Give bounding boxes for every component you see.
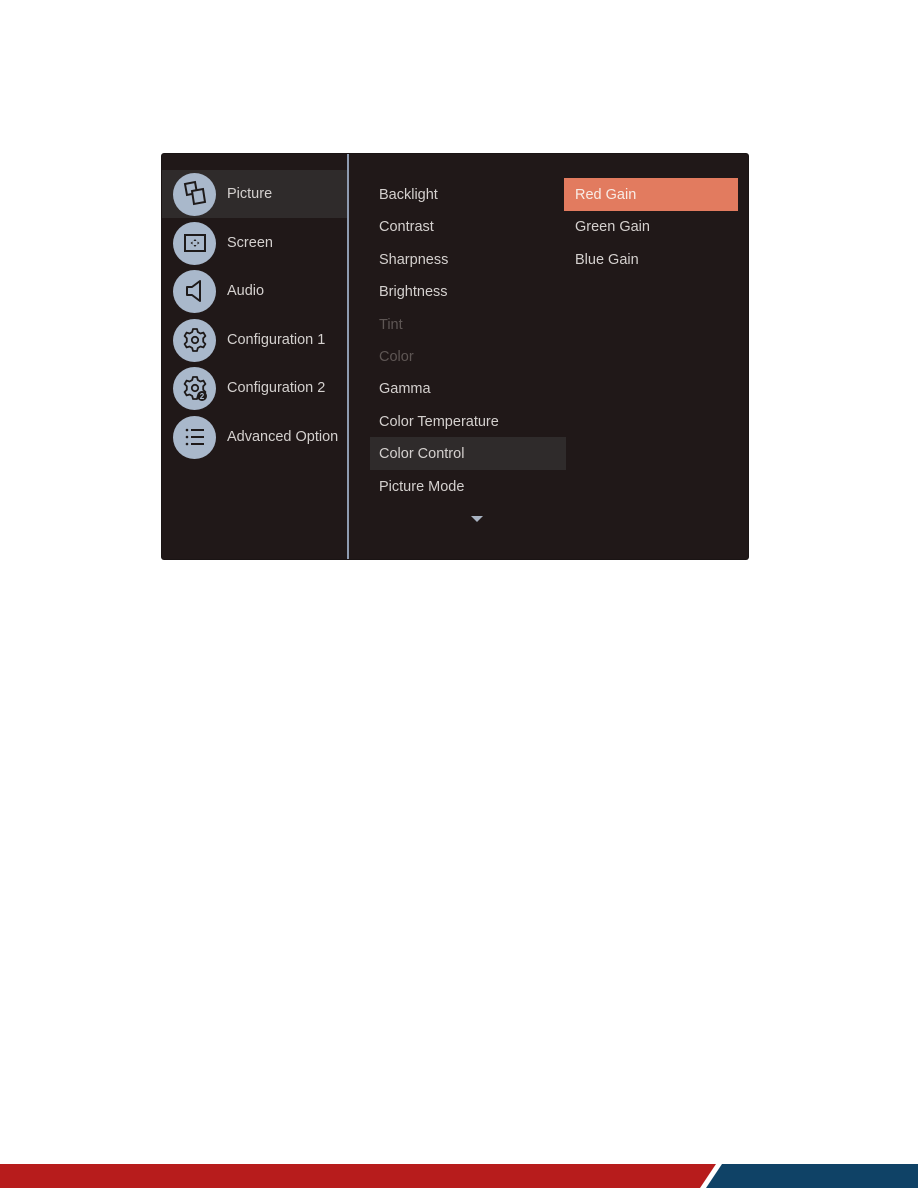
sidebar-item-audio[interactable]: Audio [162,267,347,315]
menu-item-color-temperature[interactable]: Color Temperature [370,405,566,438]
menu-item-gamma[interactable]: Gamma [370,372,566,405]
menu-item-green-gain[interactable]: Green Gain [564,210,738,243]
menu-item-label: Backlight [379,186,438,203]
sidebar-item-label: Audio [227,283,265,299]
footer-red-band [0,1164,716,1188]
footer-blue-band [706,1164,918,1188]
sidebar-item-picture[interactable]: Picture [162,170,347,218]
menu-item-label: Green Gain [575,218,650,235]
menu-item-label: Brightness [379,283,448,300]
down-arrow-icon[interactable] [471,516,483,522]
menu-item-tint: Tint [370,308,566,341]
list-icon [173,415,216,459]
menu-item-red-gain[interactable]: Red Gain [564,178,738,211]
menu-item-color-control[interactable]: Color Control [370,437,566,470]
sidebar-item-label: Picture [227,186,273,202]
menu-item-blue-gain[interactable]: Blue Gain [564,243,738,276]
osd-menu-panel: Picture Screen Audio Configuration 1 2 C… [162,154,748,559]
menu-item-label: Gamma [379,380,431,397]
svg-text:2: 2 [199,392,204,401]
page-footer-bar [0,1164,918,1188]
menu-item-contrast[interactable]: Contrast [370,210,566,243]
sidebar-item-label: Screen [227,235,273,251]
sidebar-item-screen[interactable]: Screen [162,219,347,267]
menu-item-label: Blue Gain [575,251,639,268]
sidebar-item-label: Configuration 2 [227,380,326,396]
menu-item-label: Sharpness [379,251,449,268]
menu-item-backlight[interactable]: Backlight [370,178,566,211]
menu-item-label: Contrast [379,218,434,235]
sidebar-item-label: Configuration 1 [227,332,326,348]
gear-2-icon: 2 [173,366,216,410]
panel-divider [347,154,349,559]
menu-item-label: Red Gain [575,186,637,203]
menu-item-picture-mode[interactable]: Picture Mode [370,470,566,503]
menu-item-brightness[interactable]: Brightness [370,275,566,308]
menu-item-sharpness[interactable]: Sharpness [370,243,566,276]
screen-icon [173,221,216,265]
sidebar-item-advanced-option[interactable]: Advanced Option [162,413,347,461]
menu-item-label: Tint [379,316,403,333]
menu-item-color: Color [370,340,566,373]
menu-item-label: Color Temperature [379,413,499,430]
gear-icon [173,318,216,362]
photos-icon [173,172,216,216]
menu-item-label: Picture Mode [379,478,465,495]
menu-item-label: Color [379,348,414,365]
sidebar-item-label: Advanced Option [227,429,339,445]
menu-item-label: Color Control [379,445,465,462]
speaker-icon [173,269,216,313]
sidebar-item-configuration-2[interactable]: 2 Configuration 2 [162,364,347,412]
sidebar-item-configuration-1[interactable]: Configuration 1 [162,316,347,364]
sidebar: Picture Screen Audio Configuration 1 2 C… [162,154,347,559]
